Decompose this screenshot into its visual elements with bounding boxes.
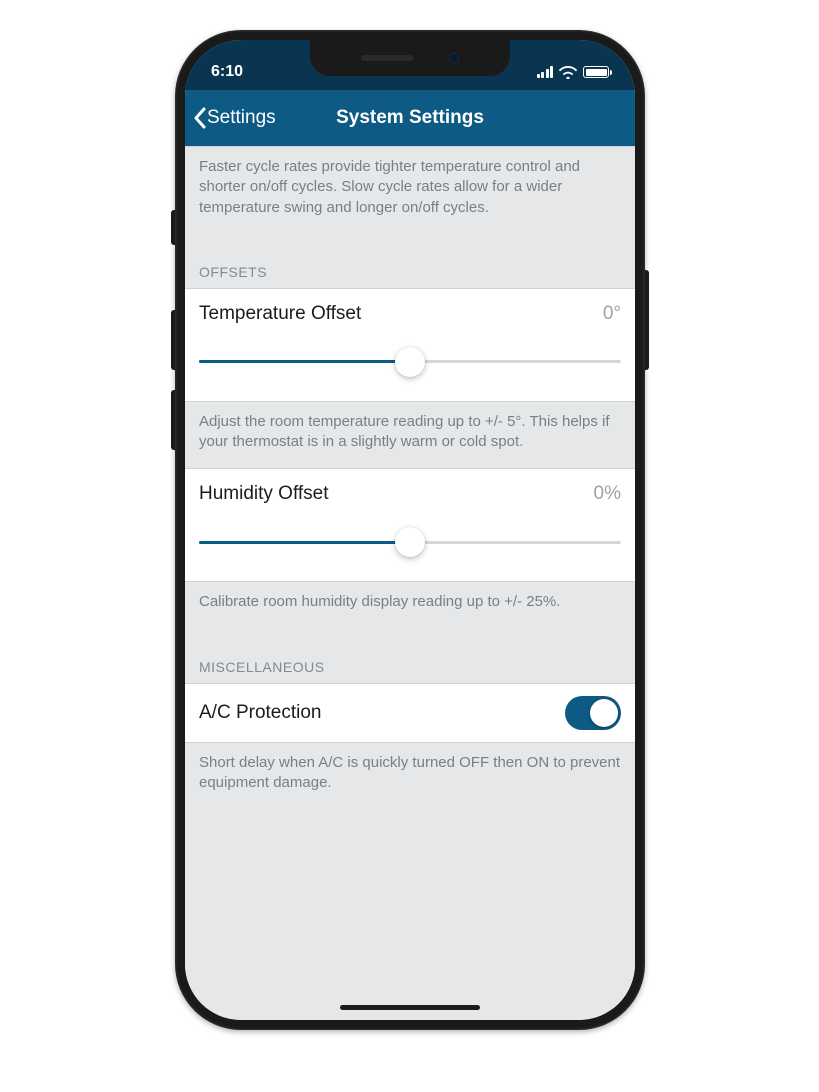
cycle-rate-help: Faster cycle rates provide tighter tempe… <box>185 147 635 234</box>
section-header-offsets: OFFSETS <box>185 234 635 288</box>
humidity-offset-label: Humidity Offset <box>199 483 329 505</box>
nav-bar: Settings System Settings <box>185 90 635 146</box>
home-indicator[interactable] <box>340 1005 480 1010</box>
temperature-offset-label: Temperature Offset <box>199 303 361 325</box>
phone-notch <box>310 40 510 76</box>
slider-thumb[interactable] <box>395 527 425 557</box>
humidity-offset-value: 0% <box>594 483 621 505</box>
section-header-misc: MISCELLANEOUS <box>185 629 635 683</box>
battery-icon <box>583 66 609 78</box>
cellular-icon <box>537 66 554 78</box>
slider-thumb[interactable] <box>395 347 425 377</box>
phone-screen: 6:10 Settings System Settings <box>185 40 635 1020</box>
temperature-offset-help: Adjust the room temperature reading up t… <box>185 402 635 469</box>
humidity-offset-cell: Humidity Offset 0% <box>185 468 635 582</box>
status-time: 6:10 <box>211 63 243 81</box>
temperature-offset-cell: Temperature Offset 0° <box>185 288 635 402</box>
ac-protection-help: Short delay when A/C is quickly turned O… <box>185 743 635 810</box>
ac-protection-toggle[interactable] <box>565 696 621 730</box>
ac-protection-cell: A/C Protection <box>185 683 635 743</box>
switch-knob <box>590 699 618 727</box>
temperature-offset-value: 0° <box>603 303 621 325</box>
back-label: Settings <box>207 107 276 129</box>
slider-fill <box>199 541 410 544</box>
page-title: System Settings <box>336 107 484 129</box>
chevron-left-icon <box>193 107 207 129</box>
wifi-icon <box>559 66 577 79</box>
humidity-offset-help: Calibrate room humidity display reading … <box>185 582 635 628</box>
phone-frame: 6:10 Settings System Settings <box>175 30 645 1030</box>
back-button[interactable]: Settings <box>193 107 276 129</box>
temperature-offset-slider[interactable] <box>199 347 621 377</box>
humidity-offset-slider[interactable] <box>199 527 621 557</box>
content-scroll[interactable]: Faster cycle rates provide tighter tempe… <box>185 146 635 1020</box>
ac-protection-label: A/C Protection <box>199 702 322 724</box>
slider-fill <box>199 360 410 363</box>
